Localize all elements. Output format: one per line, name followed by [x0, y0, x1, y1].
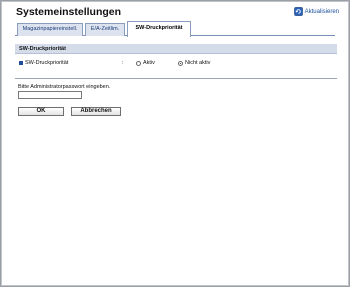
refresh-button[interactable]: Aktualisieren	[293, 7, 339, 16]
radio-inactive-label: Nicht aktiv	[185, 60, 211, 66]
section-header: SW-Druckpriorität	[15, 44, 337, 54]
radio-button-active[interactable]	[136, 60, 141, 66]
refresh-icon	[293, 7, 303, 16]
separator-colon: :	[122, 60, 124, 66]
password-input[interactable]	[18, 91, 82, 99]
bullet-icon	[19, 61, 23, 65]
tab-bar: Magazinpapiereinstell. E/A-Zeitlim. SW-D…	[15, 21, 335, 37]
radio-active-label: Aktiv	[143, 60, 155, 66]
settings-window: Systemeinstellungen Aktualisieren Magazi…	[1, 1, 349, 286]
divider	[15, 78, 337, 79]
password-label: Bitte Administratorpasswort eingeben.	[18, 84, 111, 90]
cancel-button[interactable]: Abbrechen	[71, 107, 121, 116]
tab-paper-tray-settings[interactable]: Magazinpapiereinstell.	[17, 23, 83, 36]
setting-row-bw-print-priority: SW-Druckpriorität : Aktiv Nicht aktiv	[15, 58, 337, 68]
radio-inactive[interactable]: Nicht aktiv	[178, 58, 210, 68]
ok-button[interactable]: OK	[18, 107, 64, 116]
setting-label: SW-Druckpriorität	[25, 60, 69, 66]
refresh-label: Aktualisieren	[304, 8, 339, 15]
radio-button-inactive[interactable]	[178, 60, 183, 66]
radio-active[interactable]: Aktiv	[136, 58, 155, 68]
tab-io-timeout[interactable]: E/A-Zeitlim.	[85, 23, 125, 36]
page-title: Systemeinstellungen	[16, 6, 122, 18]
tab-bw-print-priority[interactable]: SW-Druckpriorität	[127, 21, 191, 37]
